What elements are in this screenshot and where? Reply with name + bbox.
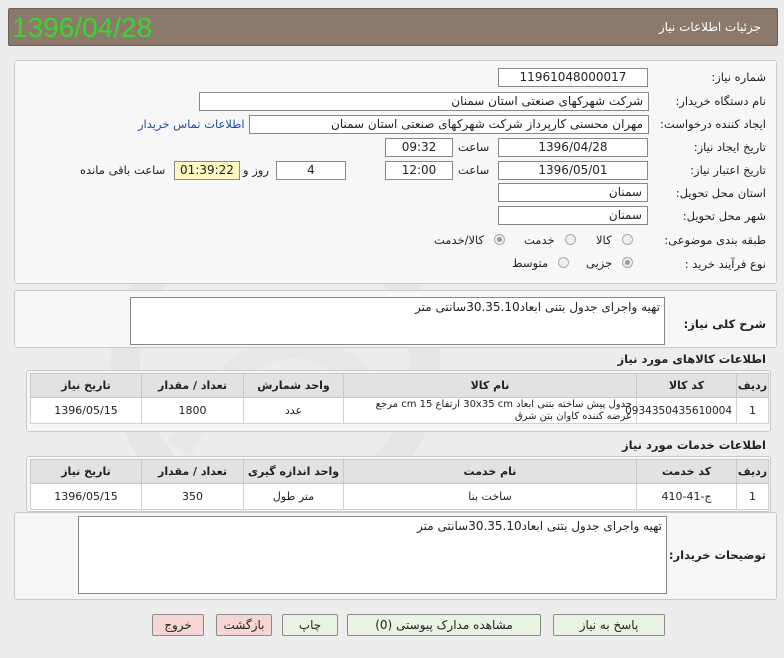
goods-unit: عدد	[243, 397, 344, 424]
category-service-radio[interactable]	[565, 234, 576, 245]
row-number: 1	[736, 483, 769, 510]
province-field: سمنان	[498, 183, 648, 202]
col-service-name: نام خدمت	[343, 459, 637, 484]
category-both-label: کالا/خدمت	[434, 233, 485, 247]
col-service-code: کد خدمت	[636, 459, 737, 484]
view-documents-button[interactable]: مشاهده مدارک پیوستی (0)	[347, 614, 541, 636]
category-goods-label: کالا	[596, 233, 612, 247]
process-label: نوع فرآیند خرید :	[684, 257, 766, 271]
service-quantity: 350	[141, 483, 244, 510]
days-label: روز و	[243, 163, 269, 177]
created-time-field: 09:32	[385, 138, 453, 157]
buyer-contact-link[interactable]: اطلاعات تماس خریدار	[138, 117, 245, 131]
valid-date-field: 1396/05/01	[498, 161, 648, 180]
buyer-field: شرکت شهرکهای صنعتی استان سمنان	[199, 92, 649, 111]
category-label: طبقه بندی موضوعی:	[664, 233, 766, 247]
goods-code: 0934350435610004	[625, 397, 737, 424]
row-number: 1	[736, 397, 769, 424]
goods-table-header: ردیف کد کالا نام کالا واحد شمارش تعداد /…	[30, 373, 769, 398]
table-row: 1 ج-41-410 ساخت بنا متر طول 350 1396/05/…	[30, 483, 769, 510]
col-quantity: تعداد / مقدار	[141, 459, 244, 484]
created-time-label: ساعت	[458, 140, 490, 154]
col-goods-code: کد کالا	[636, 373, 737, 398]
valid-date-label: تاریخ اعتبار نیاز:	[690, 163, 766, 177]
col-need-date: تاریخ نیاز	[30, 373, 142, 398]
valid-time-label: ساعت	[458, 163, 490, 177]
created-date-label: تاریخ ایجاد نیاز:	[693, 140, 766, 154]
category-both-radio[interactable]	[494, 234, 505, 245]
col-unit: واحد شمارش	[243, 373, 344, 398]
summary-textarea[interactable]: تهیه واجرای جدول بتنی ابعاد30.35.10سانتی…	[130, 297, 665, 345]
buyer-label: نام دستگاه خریدار:	[675, 94, 766, 108]
service-code: ج-41-410	[636, 483, 737, 510]
col-unit: واحد اندازه گیری	[243, 459, 344, 484]
city-label: شهر محل تحویل:	[682, 209, 766, 223]
remaining-time-field: 01:39:22	[174, 161, 240, 180]
exit-button[interactable]: خروج	[152, 614, 204, 636]
service-unit: متر طول	[243, 483, 344, 510]
need-number-label: شماره نیاز:	[711, 70, 766, 84]
process-medium-label: متوسط	[512, 256, 549, 270]
goods-section-title: اطلاعات کالاهای مورد نیاز	[617, 352, 766, 366]
goods-need-date: 1396/05/15	[30, 397, 142, 424]
process-partial-label: جزیی	[586, 256, 613, 270]
col-row: ردیف	[736, 373, 769, 398]
remaining-label: ساعت باقی مانده	[80, 163, 166, 177]
services-table-header: ردیف کد خدمت نام خدمت واحد اندازه گیری ت…	[30, 459, 769, 484]
print-button[interactable]: چاپ	[282, 614, 338, 636]
page-title: جزئیات اطلاعات نیاز	[658, 20, 761, 34]
category-goods-radio[interactable]	[622, 234, 633, 245]
process-medium-radio[interactable]	[558, 257, 569, 268]
header-date: 1396/04/28	[12, 12, 153, 43]
col-row: ردیف	[736, 459, 769, 484]
col-quantity: تعداد / مقدار	[141, 373, 244, 398]
need-number-field: 11961048000017	[498, 68, 648, 87]
city-field: سمنان	[498, 206, 648, 225]
goods-quantity: 1800	[141, 397, 244, 424]
col-goods-name: نام کالا	[343, 373, 637, 398]
creator-label: ایجاد کننده درخواست:	[660, 117, 766, 131]
goods-name: جدول پیش ساخته بتنی ابعاد 30x35 cm ارتفا…	[343, 397, 637, 424]
reply-button[interactable]: پاسخ به نیاز	[553, 614, 665, 636]
buyer-notes-textarea[interactable]: تهیه واجرای جدول بتنی ابعاد30.35.10سانتی…	[78, 516, 667, 594]
table-row: 1 0934350435610004 جدول پیش ساخته بتنی ا…	[30, 397, 769, 424]
col-need-date: تاریخ نیاز	[30, 459, 142, 484]
category-service-label: خدمت	[524, 233, 555, 247]
goods-table: ردیف کد کالا نام کالا واحد شمارش تعداد /…	[30, 373, 769, 424]
creator-field: مهران محسنی کارپرداز شرکت شهرکهای صنعتی …	[249, 115, 649, 134]
province-label: استان محل تحویل:	[675, 186, 766, 200]
days-field: 4	[276, 161, 346, 180]
back-button[interactable]: بازگشت	[216, 614, 272, 636]
services-table: ردیف کد خدمت نام خدمت واحد اندازه گیری ت…	[30, 459, 769, 510]
services-section-title: اطلاعات خدمات مورد نیاز	[622, 438, 766, 452]
summary-label: شرح کلی نیاز:	[683, 317, 766, 331]
buyer-notes-label: توضیحات خریدار:	[668, 548, 766, 562]
service-need-date: 1396/05/15	[30, 483, 142, 510]
valid-time-field: 12:00	[385, 161, 453, 180]
process-partial-radio[interactable]	[622, 257, 633, 268]
service-name: ساخت بنا	[343, 483, 637, 510]
created-date-field: 1396/04/28	[498, 138, 648, 157]
